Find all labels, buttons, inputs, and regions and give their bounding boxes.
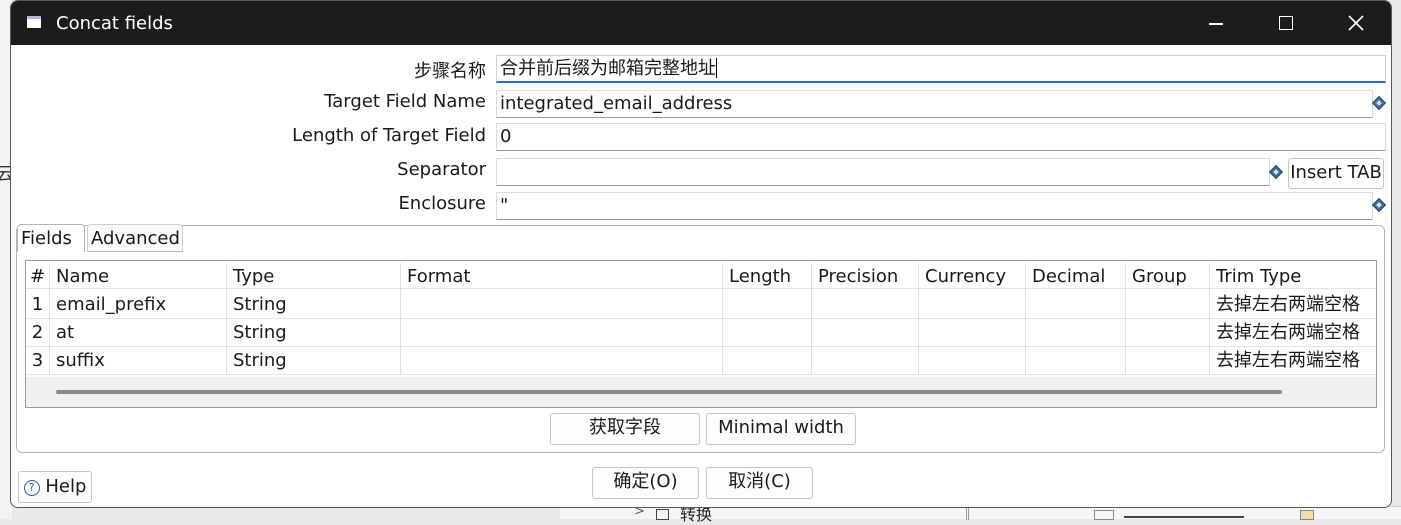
table-row[interactable]: 2 at String 去掉左右两端空格 [26,319,1376,347]
window-app-icon [27,16,41,28]
concat-fields-dialog: Concat fields 步骤名称 合并前后缀为邮箱完整地址 Target F… [10,0,1392,508]
variable-diamond-icon[interactable] [1371,95,1387,111]
cell-trim-type[interactable]: 去掉左右两端空格 [1210,291,1376,319]
tab-advanced[interactable]: Advanced [87,224,183,252]
enclosure-label: Enclosure [398,193,486,214]
cell-type[interactable]: String [227,291,401,319]
minimize-button[interactable] [1181,1,1251,45]
cell-currency[interactable] [919,291,1026,319]
cell-format[interactable] [401,319,723,347]
cell-name[interactable]: at [50,319,227,347]
column-header-format[interactable]: Format [401,263,723,291]
maximize-button[interactable] [1251,1,1321,45]
splitter [966,507,969,520]
cell-precision[interactable] [812,291,919,319]
cell-type[interactable]: String [227,347,401,375]
table-row[interactable]: 1 email_prefix String 去掉左右两端空格 [26,291,1376,319]
cell-type[interactable]: String [227,319,401,347]
cell-group[interactable] [1126,291,1210,319]
close-button[interactable] [1321,1,1391,45]
cell-trim-type[interactable]: 去掉左右两端空格 [1210,347,1376,375]
window-title: Concat fields [56,13,173,34]
cell-group[interactable] [1126,347,1210,375]
text-caret [716,58,717,78]
tree-node-icon [656,509,669,520]
column-header-decimal[interactable]: Decimal [1026,263,1126,291]
variable-diamond-icon[interactable] [1371,197,1387,213]
step-name-input[interactable]: 合并前后缀为邮箱完整地址 [496,55,1386,83]
cell-length[interactable] [723,319,812,347]
enclosure-input[interactable]: " [496,192,1373,220]
row-index: 1 [26,291,50,319]
table-header-row: # Name Type Format Length Precision Curr… [26,261,1376,291]
target-field-name-label: Target Field Name [324,91,486,112]
hop-arrow [1124,516,1244,518]
column-header-index[interactable]: # [26,263,50,291]
cell-group[interactable] [1126,319,1210,347]
cell-precision[interactable] [812,319,919,347]
title-bar: Concat fields [11,1,1391,45]
target-field-name-input[interactable]: integrated_email_address [496,90,1373,118]
fields-table[interactable]: # Name Type Format Length Precision Curr… [25,260,1377,408]
step-name-value: 合并前后缀为邮箱完整地址 [500,58,716,79]
cell-currency[interactable] [919,347,1026,375]
cancel-button[interactable]: 取消(C) [706,467,813,499]
fields-tab-panel: Fields Advanced # Name Type Format Lengt… [16,224,1385,453]
maximize-icon [1279,16,1293,30]
help-button[interactable]: ? Help [18,471,92,503]
variable-diamond-icon[interactable] [1268,164,1284,180]
help-circle-icon: ? [23,480,40,496]
cell-name[interactable]: email_prefix [50,291,227,319]
cell-name[interactable]: suffix [50,347,227,375]
cell-format[interactable] [401,347,723,375]
cell-decimal[interactable] [1026,291,1126,319]
insert-tab-button[interactable]: Insert TAB [1288,158,1384,189]
horizontal-scrollbar[interactable] [56,390,1282,394]
target-length-label: Length of Target Field [292,125,486,146]
cell-trim-type[interactable]: 去掉左右两端空格 [1210,319,1376,347]
column-header-type[interactable]: Type [227,263,401,291]
separator-input[interactable] [496,158,1270,186]
minimal-width-button[interactable]: Minimal width [706,413,856,445]
cell-length[interactable] [723,347,812,375]
column-header-length[interactable]: Length [723,263,812,291]
column-header-group[interactable]: Group [1126,263,1210,291]
column-header-precision[interactable]: Precision [812,263,919,291]
cell-format[interactable] [401,291,723,319]
cell-decimal[interactable] [1026,319,1126,347]
ok-button[interactable]: 确定(O) [592,467,699,499]
cell-precision[interactable] [812,347,919,375]
separator-label: Separator [397,159,486,180]
cell-currency[interactable] [919,319,1026,347]
close-icon [1348,15,1364,31]
row-index: 3 [26,347,50,375]
get-fields-button[interactable]: 获取字段 [550,413,700,445]
column-header-currency[interactable]: Currency [919,263,1026,291]
target-length-input[interactable]: 0 [496,123,1386,151]
minimize-icon [1209,23,1223,25]
row-index: 2 [26,319,50,347]
column-header-trim-type[interactable]: Trim Type [1210,263,1376,291]
tab-fields[interactable]: Fields [17,224,85,252]
step-name-label: 步骤名称 [414,61,486,82]
table-row[interactable]: 3 suffix String 去掉左右两端空格 [26,347,1376,375]
help-label: Help [45,476,87,497]
column-header-name[interactable]: Name [50,263,227,291]
cell-decimal[interactable] [1026,347,1126,375]
cell-length[interactable] [723,291,812,319]
